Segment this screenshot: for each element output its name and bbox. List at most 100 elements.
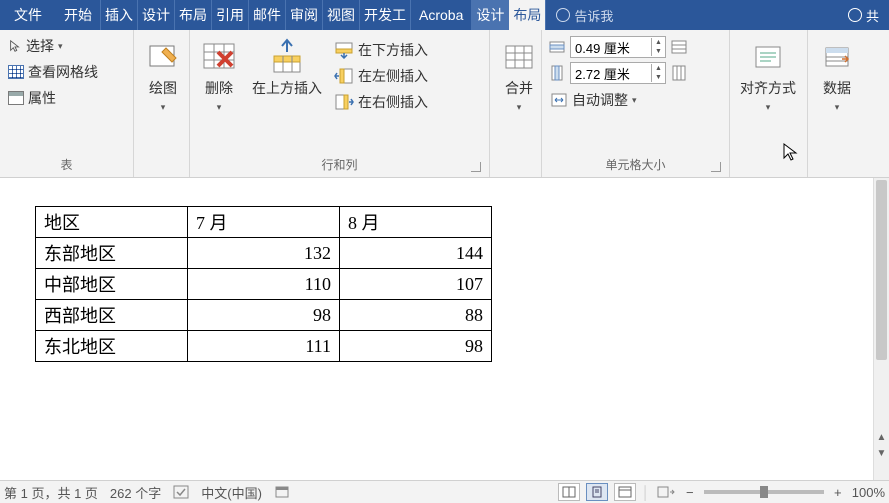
table-cell[interactable]: 98 xyxy=(188,300,340,331)
macro-icon[interactable] xyxy=(274,485,290,499)
dialog-launcher-icon[interactable] xyxy=(711,162,721,172)
table-cell[interactable]: 98 xyxy=(340,331,492,362)
tab-developer[interactable]: 开发工 xyxy=(360,0,411,30)
merge-button[interactable]: 合并▾ xyxy=(496,34,542,118)
table-header-cell[interactable]: 7 月 xyxy=(188,207,340,238)
zoom-out-button[interactable]: − xyxy=(682,485,698,500)
table-cell[interactable]: 88 xyxy=(340,300,492,331)
document-area[interactable]: 地区 7 月 8 月 东部地区 132 144 中部地区 110 107 西部地… xyxy=(0,178,889,480)
autofit-button[interactable]: 自动调整 ▾ xyxy=(548,88,688,112)
distribute-rows-icon[interactable] xyxy=(670,38,688,56)
chevron-down-icon: ▾ xyxy=(58,41,63,52)
statusbar: 第 1 页，共 1 页 262 个字 中文(中国) │ − + 100% xyxy=(0,480,889,503)
table-cell[interactable]: 111 xyxy=(188,331,340,362)
grid-icon xyxy=(8,65,24,79)
bulb-icon xyxy=(556,8,570,22)
merge-icon xyxy=(500,38,538,76)
select-button[interactable]: 选择 ▾ xyxy=(6,34,100,58)
tell-me-search[interactable]: 告诉我 xyxy=(546,0,623,30)
table-cell[interactable]: 110 xyxy=(188,269,340,300)
vertical-scrollbar[interactable]: ▲ ▼ xyxy=(873,178,889,480)
delete-button[interactable]: 删除▾ xyxy=(196,34,242,118)
table-row: 西部地区 98 88 xyxy=(36,300,492,331)
tab-table-layout[interactable]: 布局 xyxy=(509,0,546,30)
tab-view[interactable]: 视图 xyxy=(323,0,360,30)
tab-table-design[interactable]: 设计 xyxy=(472,0,509,30)
spinner-buttons[interactable]: ▲▼ xyxy=(651,64,665,82)
insert-right-button[interactable]: 在右侧插入 xyxy=(332,90,430,114)
tab-mail[interactable]: 邮件 xyxy=(249,0,286,30)
insert-below-icon xyxy=(334,41,354,59)
group-merge: 合并▾ xyxy=(490,30,542,177)
tab-home[interactable]: 开始 xyxy=(56,0,101,30)
draw-icon xyxy=(144,38,182,76)
insert-above-button[interactable]: 在上方插入 xyxy=(248,34,326,101)
col-width-input[interactable]: 2.72 厘米 ▲▼ xyxy=(570,62,666,84)
data-label: 数据 xyxy=(823,80,851,96)
tell-me-label: 告诉我 xyxy=(574,6,613,25)
word-count[interactable]: 262 个字 xyxy=(110,483,161,502)
chevron-down-icon: ▾ xyxy=(766,102,771,112)
tab-insert[interactable]: 插入 xyxy=(101,0,138,30)
data-button[interactable]: 数据 ▾ xyxy=(814,34,860,118)
view-read-button[interactable] xyxy=(558,483,580,501)
tab-references[interactable]: 引用 xyxy=(212,0,249,30)
data-icon xyxy=(818,38,856,76)
table-cell[interactable]: 107 xyxy=(340,269,492,300)
table-cell[interactable]: 144 xyxy=(340,238,492,269)
draw-button[interactable]: 绘图▾ xyxy=(140,34,186,118)
tab-design[interactable]: 设计 xyxy=(138,0,175,30)
row-height-value: 0.49 厘米 xyxy=(571,38,651,57)
document-table[interactable]: 地区 7 月 8 月 东部地区 132 144 中部地区 110 107 西部地… xyxy=(35,206,492,362)
select-label: 选择 xyxy=(26,36,54,56)
insert-left-button[interactable]: 在左侧插入 xyxy=(332,64,430,88)
table-header-cell[interactable]: 8 月 xyxy=(340,207,492,238)
alignment-button[interactable]: 对齐方式 ▾ xyxy=(736,34,800,118)
spinner-buttons[interactable]: ▲▼ xyxy=(651,38,665,56)
table-cell[interactable]: 东部地区 xyxy=(36,238,188,269)
view-print-button[interactable] xyxy=(586,483,608,501)
slider-thumb[interactable] xyxy=(760,486,768,498)
chevron-down-icon: ▾ xyxy=(835,102,840,112)
properties-button[interactable]: 属性 xyxy=(6,86,100,110)
tab-review[interactable]: 审阅 xyxy=(286,0,323,30)
alignment-label: 对齐方式 xyxy=(740,80,796,96)
table-cell[interactable]: 西部地区 xyxy=(36,300,188,331)
group-rows-columns: 删除▾ 在上方插入 在下方插入 在左侧插入 在右侧插入 xyxy=(190,30,490,177)
table-cell[interactable]: 东北地区 xyxy=(36,331,188,362)
autofit-icon xyxy=(550,92,568,108)
chevron-down-icon: ▾ xyxy=(517,102,522,112)
tab-layout[interactable]: 布局 xyxy=(175,0,212,30)
group-cell-size: 0.49 厘米 ▲▼ 2.72 厘米 ▲▼ 自动调整 ▾ xyxy=(542,30,730,177)
view-gridlines-button[interactable]: 查看网格线 xyxy=(6,60,100,84)
alignment-icon xyxy=(749,38,787,76)
zoom-level[interactable]: 100% xyxy=(852,485,885,500)
properties-icon xyxy=(8,91,24,105)
tab-acrobat[interactable]: Acroba xyxy=(411,0,472,30)
insert-right-icon xyxy=(334,93,354,111)
table-header-cell[interactable]: 地区 xyxy=(36,207,188,238)
share-label: 共 xyxy=(866,6,879,25)
scroll-down-icon[interactable]: ▼ xyxy=(874,446,889,462)
file-menu[interactable]: 文件 xyxy=(0,0,56,30)
group-table: 选择 ▾ 查看网格线 属性 表 xyxy=(0,30,134,177)
page-indicator[interactable]: 第 1 页，共 1 页 xyxy=(4,483,98,502)
language-indicator[interactable]: 中文(中国) xyxy=(201,483,262,502)
spellcheck-icon[interactable] xyxy=(173,485,189,499)
group-data: 数据 ▾ xyxy=(808,30,868,177)
group-draw: 绘图▾ xyxy=(134,30,190,177)
insert-left-label: 在左侧插入 xyxy=(358,66,428,86)
distribute-cols-icon[interactable] xyxy=(670,64,688,82)
share-button[interactable]: 共 xyxy=(838,0,889,30)
zoom-slider[interactable] xyxy=(704,490,824,494)
table-cell[interactable]: 132 xyxy=(188,238,340,269)
table-cell[interactable]: 中部地区 xyxy=(36,269,188,300)
view-web-button[interactable] xyxy=(614,483,636,501)
scrollbar-thumb[interactable] xyxy=(876,180,887,360)
zoom-in-button[interactable]: + xyxy=(830,485,846,500)
insert-below-button[interactable]: 在下方插入 xyxy=(332,38,430,62)
row-height-input[interactable]: 0.49 厘米 ▲▼ xyxy=(570,36,666,58)
dialog-launcher-icon[interactable] xyxy=(471,162,481,172)
scroll-up-icon[interactable]: ▲ xyxy=(874,430,889,446)
zoom-fit-icon[interactable] xyxy=(656,485,676,499)
